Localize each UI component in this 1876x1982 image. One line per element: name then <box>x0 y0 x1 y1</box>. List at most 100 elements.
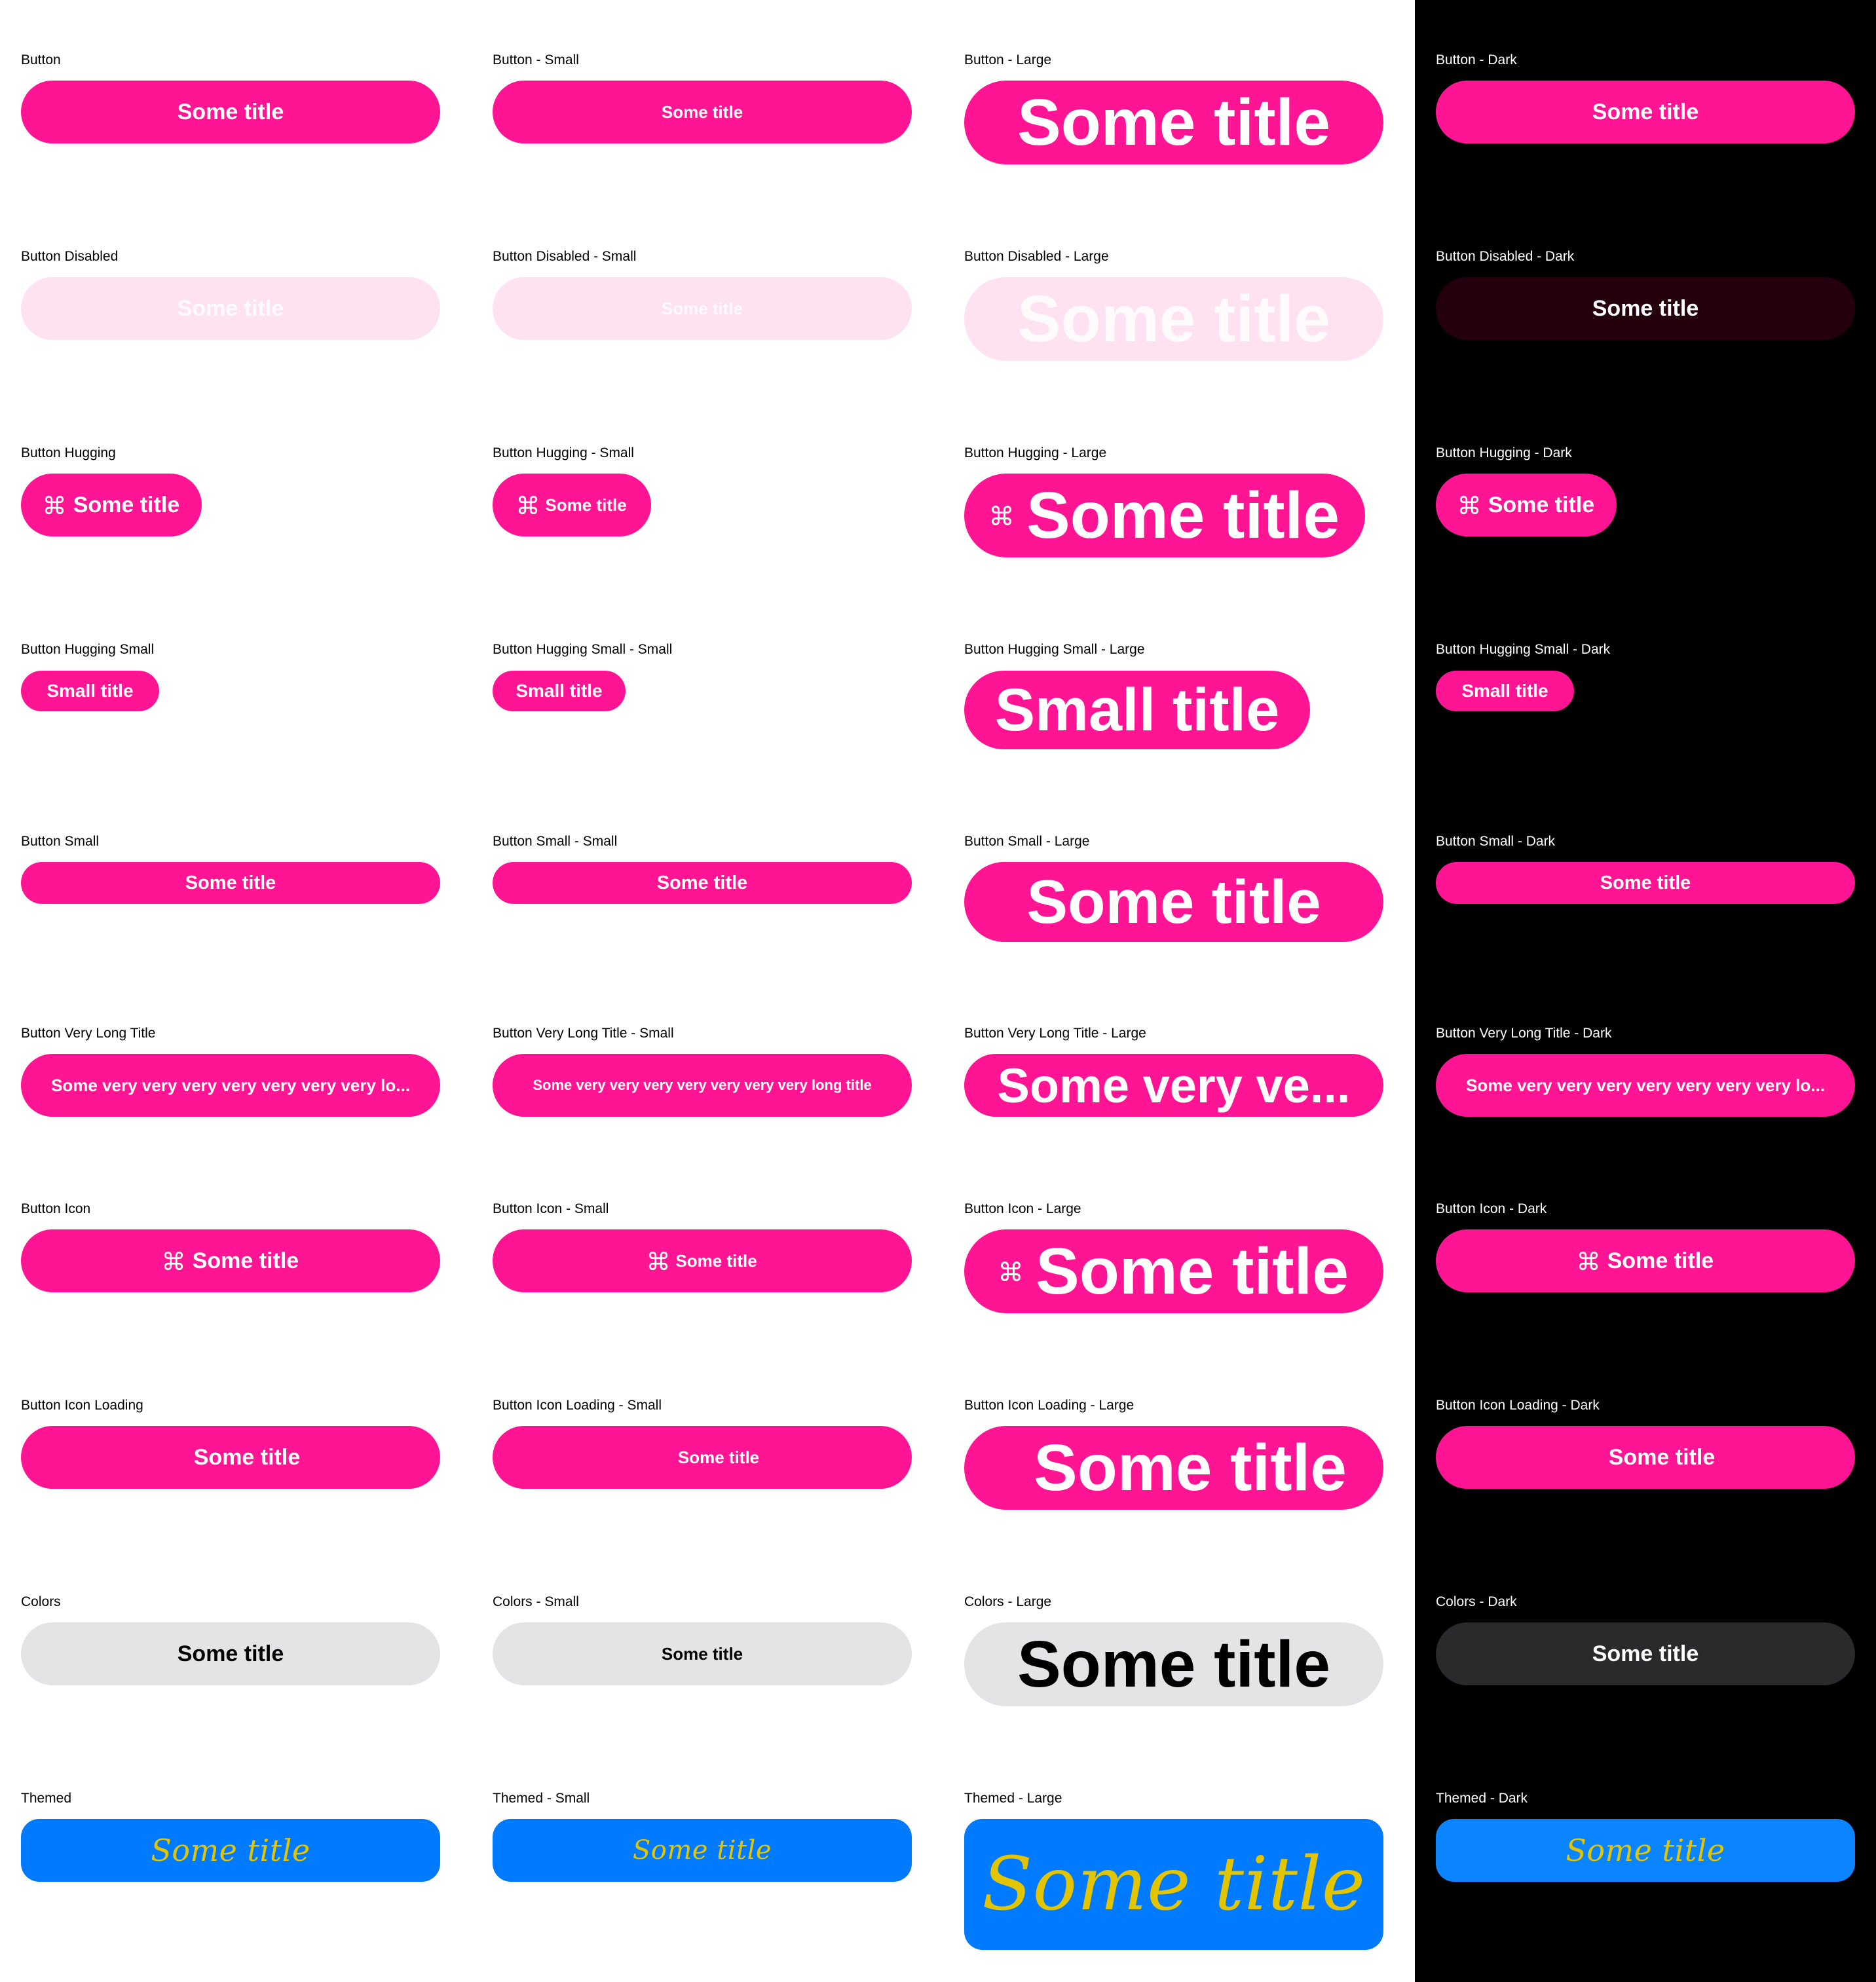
command-icon <box>999 1260 1022 1283</box>
label-button-small-small: Button Small - Small <box>493 834 618 849</box>
button-hugging-large[interactable]: Some title <box>964 474 1365 557</box>
label-colors-large: Colors - Large <box>964 1594 1052 1609</box>
label-button-very-long-title-dark: Button Very Long Title - Dark <box>1436 1026 1612 1041</box>
label-button-small-large: Button Small - Large <box>964 834 1090 849</box>
button-label: Some title <box>1026 867 1321 936</box>
label-button-icon-large: Button Icon - Large <box>964 1201 1081 1216</box>
label-button-hugging-small-row: Button Hugging Small <box>21 642 155 657</box>
label-colors: Colors <box>21 1594 61 1609</box>
button-icon-large[interactable]: Some title <box>964 1229 1383 1313</box>
label-themed-small: Themed - Small <box>493 1791 590 1806</box>
label-themed-large: Themed - Large <box>964 1791 1062 1806</box>
button-label: Some title <box>545 495 627 515</box>
button-label: Some very very very very very very very … <box>51 1075 410 1095</box>
button-label: Some title <box>1488 492 1595 517</box>
label-button-icon-loading-small: Button Icon Loading - Small <box>493 1398 662 1413</box>
button-label: Some title <box>177 295 284 321</box>
button-very-long-title[interactable]: Some very very very very very very very … <box>21 1054 440 1117</box>
label-button-hugging-small: Button Hugging - Small <box>493 445 634 460</box>
button-hugging[interactable]: Some title <box>21 474 202 536</box>
button-label: Some very very very very very very very … <box>533 1077 872 1093</box>
button-icon-loading-small[interactable]: Some title <box>493 1426 912 1489</box>
button-label: Some title <box>1017 1627 1330 1701</box>
label-button-icon-dark: Button Icon - Dark <box>1436 1201 1547 1216</box>
label-button-large: Button - Large <box>964 52 1052 67</box>
button-label: Some title <box>661 102 743 122</box>
button-hugging-small[interactable]: Some title <box>493 474 651 536</box>
button-hugging-small-default[interactable]: Small title <box>21 671 159 711</box>
button-label: Small title <box>1461 681 1548 701</box>
button-label: Some title <box>982 1842 1366 1927</box>
label-button-hugging-dark: Button Hugging - Dark <box>1436 445 1572 460</box>
button-hugging-dark[interactable]: Some title <box>1436 474 1617 536</box>
label-button-very-long-title-small: Button Very Long Title - Small <box>493 1026 674 1041</box>
command-icon <box>1458 494 1480 516</box>
button-disabled[interactable]: Some title <box>21 277 440 340</box>
label-button-small-row: Button Small <box>21 834 100 849</box>
button-colors[interactable]: Some title <box>21 1622 440 1685</box>
label-button-hugging: Button Hugging <box>21 445 116 460</box>
button-label: Some title <box>1026 478 1340 552</box>
button-themed-small[interactable]: Some title <box>493 1819 912 1882</box>
command-icon <box>517 494 539 516</box>
label-button-icon-loading-large: Button Icon Loading - Large <box>964 1398 1135 1413</box>
button-hugging-small-large[interactable]: Small title <box>964 671 1310 749</box>
button-colors-large[interactable]: Some title <box>964 1622 1383 1706</box>
button-small[interactable]: Some title <box>493 81 912 143</box>
command-icon <box>990 504 1013 527</box>
button-colors-dark[interactable]: Some title <box>1436 1622 1855 1685</box>
button-small-large[interactable]: Some title <box>964 862 1383 942</box>
button-small-small[interactable]: Some title <box>493 862 912 904</box>
label-button-disabled-large: Button Disabled - Large <box>964 249 1109 264</box>
button-icon-loading-dark[interactable]: Some title <box>1436 1426 1855 1489</box>
button-hugging-small-small[interactable]: Small title <box>493 671 626 711</box>
label-button-icon-loading: Button Icon Loading <box>21 1398 143 1413</box>
button-icon-loading[interactable]: Some title <box>21 1426 440 1489</box>
button[interactable]: Some title <box>21 81 440 143</box>
label-colors-dark: Colors - Dark <box>1436 1594 1517 1609</box>
button-label: Some title <box>1592 99 1699 124</box>
button-label: Small title <box>516 681 603 701</box>
button-icon-small[interactable]: Some title <box>493 1229 912 1292</box>
label-button-small-dark: Button Small - Dark <box>1436 834 1556 849</box>
button-icon[interactable]: Some title <box>21 1229 440 1292</box>
label-button-hugging-large: Button Hugging - Large <box>964 445 1107 460</box>
button-hugging-small-dark[interactable]: Small title <box>1436 671 1574 711</box>
button-dark[interactable]: Some title <box>1436 81 1855 143</box>
button-disabled-small[interactable]: Some title <box>493 277 912 340</box>
button-colors-small[interactable]: Some title <box>493 1622 912 1685</box>
button-label: Some title <box>1566 1833 1725 1868</box>
button-large[interactable]: Some title <box>964 81 1383 164</box>
button-label: Some title <box>661 298 743 318</box>
button-disabled-large[interactable]: Some title <box>964 277 1383 361</box>
button-icon-loading-large[interactable]: Some title <box>964 1426 1383 1510</box>
command-icon <box>647 1250 669 1272</box>
button-icon-dark[interactable]: Some title <box>1436 1229 1855 1292</box>
button-very-long-title-large[interactable]: Some very ve... <box>964 1054 1383 1117</box>
button-disabled-dark[interactable]: Some title <box>1436 277 1855 340</box>
label-themed-dark: Themed - Dark <box>1436 1791 1528 1806</box>
label-button-hugging-small-dark: Button Hugging Small - Dark <box>1436 642 1611 657</box>
button-small-dark[interactable]: Some title <box>1436 862 1855 904</box>
button-label: Some title <box>1017 85 1330 159</box>
button-label: Some title <box>1592 1641 1699 1666</box>
command-icon <box>1577 1250 1600 1272</box>
label-button-hugging-small-small: Button Hugging Small - Small <box>493 642 673 657</box>
button-label: Some title <box>185 872 276 893</box>
button-label: Small title <box>994 676 1280 743</box>
button-very-long-title-dark[interactable]: Some very very very very very very very … <box>1436 1054 1855 1117</box>
button-small-default[interactable]: Some title <box>21 862 440 904</box>
button-themed-dark[interactable]: Some title <box>1436 1819 1855 1882</box>
button-label: Some title <box>1607 1248 1714 1273</box>
button-themed-large[interactable]: Some title <box>964 1819 1383 1950</box>
label-button-small: Button - Small <box>493 52 579 67</box>
button-label: Some title <box>1592 295 1699 321</box>
button-label: Some title <box>1034 1430 1347 1505</box>
button-label: Some title <box>73 492 180 517</box>
button-very-long-title-small[interactable]: Some very very very very very very very … <box>493 1054 912 1117</box>
button-label: Some title <box>192 1248 299 1273</box>
label-button-dark: Button - Dark <box>1436 52 1517 67</box>
button-label: Some title <box>632 1835 772 1865</box>
button-label: Some title <box>675 1250 757 1271</box>
button-themed[interactable]: Some title <box>21 1819 440 1882</box>
